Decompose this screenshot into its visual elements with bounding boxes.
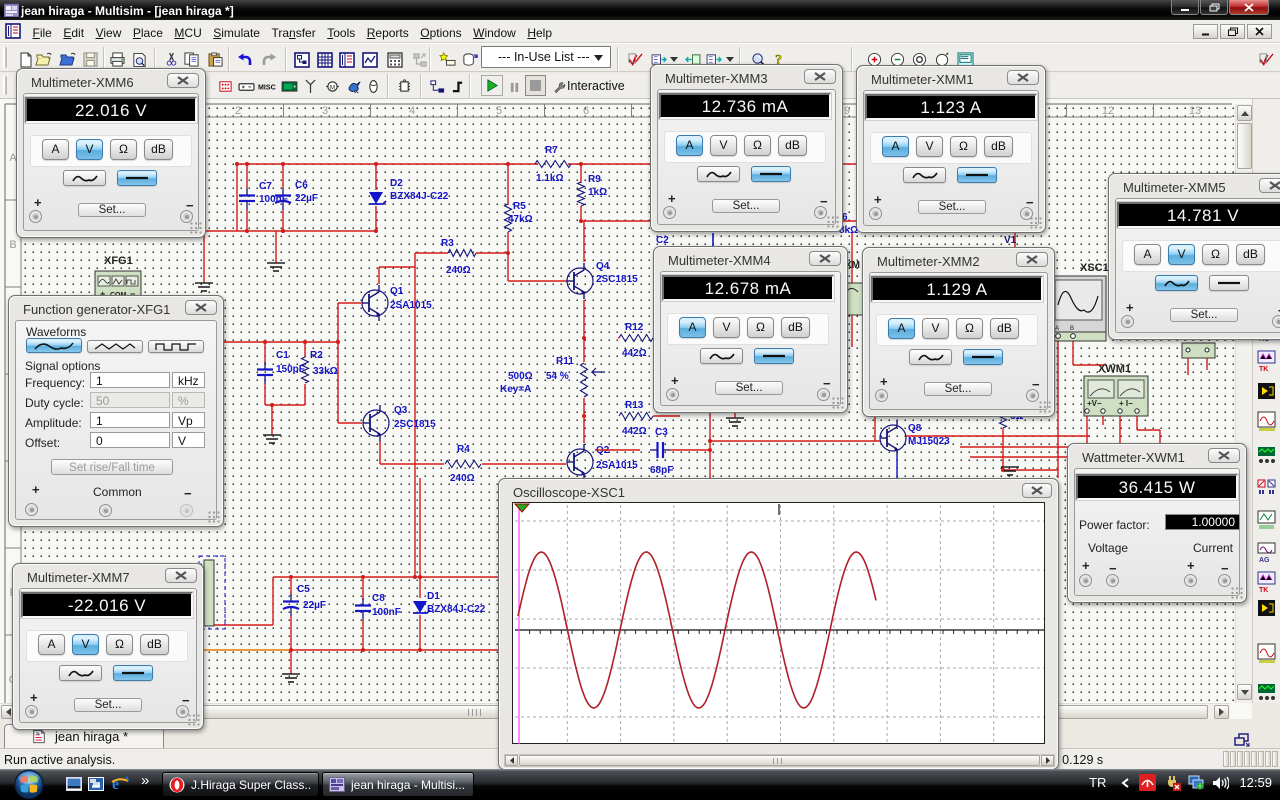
svg-text:C1: C1 — [276, 350, 289, 361]
svg-text:BZX84J-C22: BZX84J-C22 — [427, 604, 486, 615]
svg-text:2SC1815: 2SC1815 — [596, 274, 638, 285]
svg-text:V1: V1 — [1004, 235, 1017, 246]
svg-text:+ I−: + I− — [1119, 399, 1133, 408]
svg-text:2SA1015: 2SA1015 — [596, 460, 638, 471]
svg-text:150pF: 150pF — [276, 364, 305, 375]
svg-text:R7: R7 — [545, 145, 558, 156]
svg-text:R2: R2 — [310, 350, 323, 361]
svg-text:500Ω: 500Ω — [508, 371, 533, 382]
svg-text:240Ω: 240Ω — [450, 473, 475, 484]
svg-text:R13: R13 — [625, 400, 644, 411]
svg-text:XFG1: XFG1 — [104, 255, 133, 267]
svg-text:2SA1015: 2SA1015 — [390, 300, 432, 311]
svg-text:Q4: Q4 — [596, 261, 610, 272]
svg-text:6: 6 — [583, 105, 589, 117]
svg-text:AG: AG — [1259, 557, 1270, 564]
svg-text:D2: D2 — [390, 178, 403, 189]
svg-text:Q1: Q1 — [390, 286, 404, 297]
svg-text:240Ω: 240Ω — [446, 265, 471, 276]
svg-text:4: 4 — [409, 105, 415, 117]
svg-text:R3: R3 — [441, 238, 454, 249]
svg-text:TK: TK — [1259, 587, 1268, 594]
svg-text:3: 3 — [322, 105, 328, 117]
svg-text:C5: C5 — [297, 584, 310, 595]
svg-text:2SC1815: 2SC1815 — [394, 419, 436, 430]
svg-text:XSC1: XSC1 — [1080, 262, 1109, 274]
svg-text:22µF: 22µF — [303, 600, 326, 611]
svg-text:A: A — [1055, 326, 1059, 332]
svg-text:1kΩ: 1kΩ — [588, 187, 607, 198]
svg-text:MJ15023: MJ15023 — [908, 436, 950, 447]
svg-text:68pF: 68pF — [650, 465, 673, 476]
svg-text:MISC: MISC — [258, 83, 276, 91]
svg-text:XWM1: XWM1 — [1098, 363, 1131, 375]
svg-text:R11: R11 — [556, 356, 574, 367]
svg-text:22µF: 22µF — [295, 193, 318, 204]
svg-text:2: 2 — [235, 105, 241, 117]
svg-text:Key=A: Key=A — [500, 384, 531, 395]
svg-text:BZX84J-C22: BZX84J-C22 — [390, 191, 449, 202]
svg-text:442Ω: 442Ω — [622, 348, 647, 359]
svg-text:1.1kΩ: 1.1kΩ — [536, 173, 563, 184]
svg-text:442Ω: 442Ω — [622, 426, 647, 437]
svg-text:R12: R12 — [625, 322, 644, 333]
svg-text:B: B — [1070, 326, 1074, 332]
svg-text:12: 12 — [1102, 105, 1114, 117]
svg-text:R4: R4 — [457, 444, 470, 455]
svg-text:Q3: Q3 — [394, 405, 408, 416]
svg-text:D1: D1 — [427, 591, 440, 602]
svg-text:Q8: Q8 — [908, 423, 922, 434]
svg-text:TK: TK — [1259, 366, 1268, 373]
svg-text:R5: R5 — [513, 201, 526, 212]
svg-text:9: 9 — [844, 105, 850, 117]
svg-text:13: 13 — [1189, 105, 1201, 117]
svg-text:33kΩ: 33kΩ — [313, 366, 338, 377]
svg-text:100nF: 100nF — [372, 607, 401, 618]
svg-text:47kΩ: 47kΩ — [508, 214, 533, 225]
svg-text:C3: C3 — [655, 427, 668, 438]
svg-text:C6: C6 — [295, 180, 308, 191]
svg-text:C2: C2 — [656, 235, 669, 246]
svg-text:C7: C7 — [259, 181, 272, 192]
svg-text:B: B — [9, 239, 16, 251]
svg-text:54 %: 54 % — [546, 371, 569, 382]
svg-text:C8: C8 — [372, 593, 385, 604]
svg-text:R9: R9 — [588, 174, 601, 185]
svg-text:M: M — [330, 84, 335, 91]
svg-text:5: 5 — [496, 105, 502, 117]
svg-text:+V−: +V− — [1087, 399, 1102, 408]
